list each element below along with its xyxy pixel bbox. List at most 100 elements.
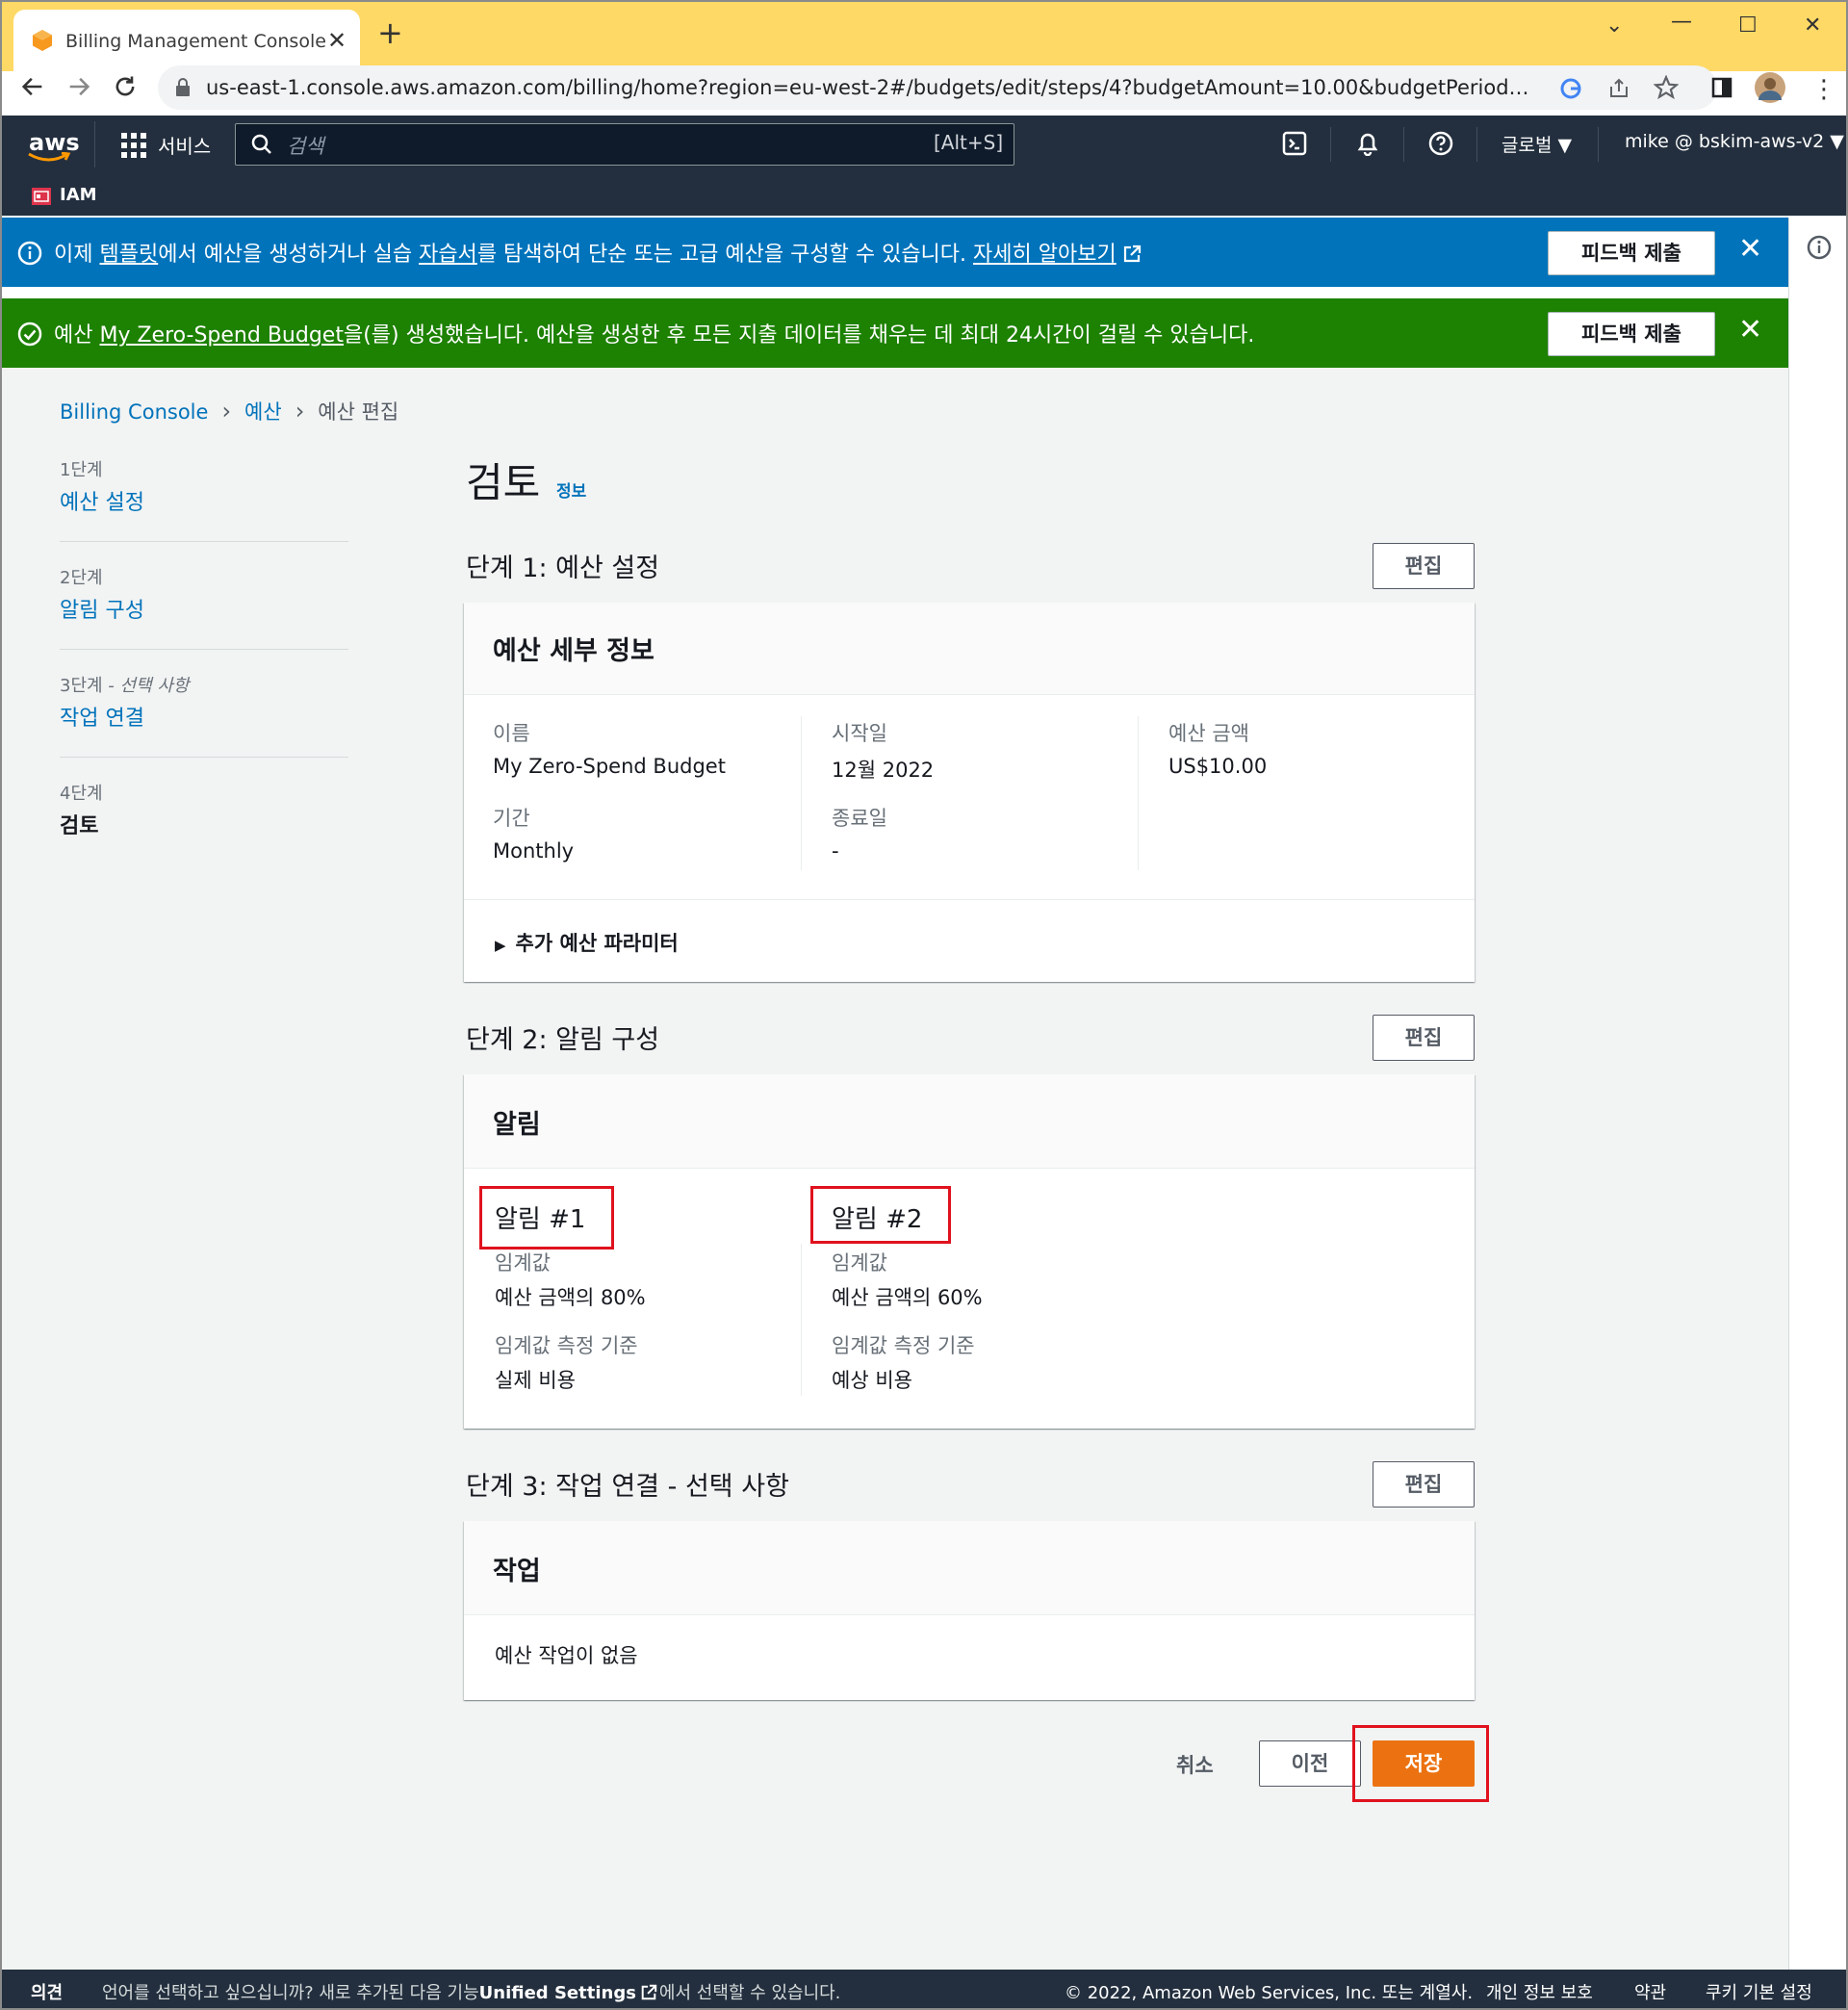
url-text[interactable]: us-east-1.console.aws.amazon.com/billing… — [206, 76, 1534, 99]
breadcrumb: Billing Console › 예산 › 예산 편집 — [60, 397, 398, 425]
service-search-input[interactable] — [235, 123, 1014, 166]
templates-link[interactable]: 템플릿 — [99, 243, 158, 267]
start-date-label: 시작일 — [832, 722, 887, 745]
success-flash-banner: 예산 My Zero-Spend Budget을(를) 생성했습니다. 예산을 … — [0, 298, 1788, 368]
budget-amount-value: US$10.00 — [1168, 755, 1268, 778]
close-window-icon[interactable]: ✕ — [1804, 13, 1821, 38]
search-shortcut-hint: [Alt+S] — [934, 131, 1004, 154]
close-icon[interactable]: ✕ — [1738, 235, 1762, 264]
info-panel-icon[interactable] — [1807, 235, 1832, 260]
bookmark-star-icon[interactable] — [1654, 75, 1679, 100]
side-panel-icon[interactable] — [1711, 77, 1732, 98]
step-2-link[interactable]: 알림 구성 — [60, 593, 144, 624]
step-2-number: 2단계 — [60, 568, 103, 588]
aws-favicon-icon — [31, 29, 54, 52]
nav-divider — [1598, 127, 1599, 162]
terms-link[interactable]: 약관 — [1634, 1979, 1666, 2004]
alarm-2-basis-label: 임계값 측정 기준 — [832, 1334, 975, 1357]
feedback-link[interactable]: 의견 — [31, 1979, 63, 2004]
minimize-icon[interactable]: — — [1671, 10, 1692, 34]
step-divider — [60, 649, 348, 650]
step-1-link[interactable]: 예산 설정 — [60, 485, 144, 516]
actions-card: 작업 예산 작업이 없음 — [464, 1521, 1475, 1700]
alarms-card: 알림 알림 #1 임계값 예산 금액의 80% 임계값 측정 기준 실제 비용 … — [464, 1074, 1475, 1429]
new-tab-icon[interactable]: + — [377, 17, 403, 48]
tab-search-icon[interactable]: ⌄ — [1605, 13, 1623, 38]
external-link-icon — [1122, 245, 1142, 264]
info-banner-text: 이제 템플릿에서 예산을 생성하거나 실습 자습서를 탐색하여 단순 또는 고급… — [54, 237, 1142, 268]
browser-tab-title: Billing Management Console — [65, 31, 326, 52]
close-icon[interactable]: ✕ — [1738, 316, 1762, 345]
budget-link[interactable]: My Zero-Spend Budget — [99, 323, 343, 348]
additional-params-expander[interactable]: ▶ 추가 예산 파라미터 — [495, 928, 679, 957]
forward-arrow-icon[interactable] — [65, 73, 92, 100]
learn-more-link[interactable]: 자세히 알아보기 — [973, 243, 1116, 267]
google-icon[interactable] — [1559, 77, 1582, 100]
nav-divider — [94, 121, 95, 168]
cloudshell-icon[interactable] — [1282, 131, 1307, 156]
actions-title: 작업 — [493, 1557, 541, 1586]
tutorials-link[interactable]: 자습서 — [419, 243, 477, 267]
breadcrumb-current: 예산 편집 — [318, 400, 399, 424]
help-icon[interactable] — [1428, 131, 1453, 156]
breadcrumb-billing-console[interactable]: Billing Console — [60, 400, 208, 424]
edit-step-2-button[interactable]: 편집 — [1373, 1015, 1475, 1061]
lock-icon[interactable] — [173, 77, 192, 98]
start-date-value: 12월 2022 — [832, 759, 935, 782]
highlight-box — [810, 1186, 951, 1244]
card-header: 예산 세부 정보 — [464, 603, 1475, 695]
step-1-number: 1단계 — [60, 460, 103, 480]
maximize-icon[interactable]: ☐ — [1738, 13, 1758, 38]
step-3-optional: - 선택 사항 — [102, 676, 190, 696]
success-text-part: 예산 — [54, 323, 100, 348]
language-text: 에서 선택할 수 있습니다. — [658, 1983, 841, 2003]
account-menu[interactable]: mike @ bskim-aws-v2 ▼ — [1625, 131, 1844, 152]
privacy-link[interactable]: 개인 정보 보호 — [1486, 1979, 1593, 2004]
back-arrow-icon[interactable] — [19, 73, 46, 100]
services-grid-icon[interactable] — [121, 133, 146, 158]
edit-step-3-button[interactable]: 편집 — [1373, 1461, 1475, 1508]
reload-icon[interactable] — [112, 73, 139, 100]
alarms-title: 알림 — [493, 1110, 541, 1140]
services-menu-label[interactable]: 서비스 — [158, 131, 211, 159]
edit-step-1-button[interactable]: 편집 — [1373, 543, 1475, 589]
copyright-text: © 2022, Amazon Web Services, Inc. 또는 계열사… — [1065, 1983, 1474, 2003]
period-value: Monthly — [493, 839, 575, 863]
end-date-value: - — [832, 839, 839, 863]
feedback-button[interactable]: 피드백 제출 — [1548, 312, 1715, 356]
unified-settings-link[interactable]: Unified Settings — [479, 1983, 636, 2003]
iam-service-icon — [31, 187, 52, 206]
share-icon[interactable] — [1607, 77, 1630, 100]
feedback-button[interactable]: 피드백 제출 — [1548, 231, 1715, 275]
search-icon — [250, 133, 273, 156]
profile-avatar[interactable] — [1754, 71, 1786, 104]
previous-button[interactable]: 이전 — [1259, 1740, 1361, 1787]
card-divider — [464, 899, 1475, 900]
region-selector[interactable]: 글로벌 ▼ — [1502, 131, 1572, 157]
section-1-heading: 단계 1: 예산 설정 — [466, 554, 660, 583]
browser-menu-icon[interactable]: ⋮ — [1811, 75, 1836, 104]
account-label: mike @ bskim-aws-v2 — [1625, 131, 1825, 152]
page-title: 검토 — [466, 459, 541, 506]
step-3-link[interactable]: 작업 연결 — [60, 701, 144, 732]
step-3-number: 3단계 - 선택 사항 — [60, 672, 189, 697]
no-actions-text: 예산 작업이 없음 — [495, 1644, 638, 1667]
external-link-icon — [640, 1984, 657, 2001]
notifications-bell-icon[interactable] — [1355, 131, 1380, 156]
alarm-2-threshold-value: 예산 금액의 60% — [832, 1286, 983, 1309]
highlight-box — [479, 1186, 614, 1250]
expander-label: 추가 예산 파라미터 — [515, 932, 679, 955]
success-check-icon — [17, 322, 42, 347]
budget-amount-label: 예산 금액 — [1168, 722, 1249, 745]
breadcrumb-budgets[interactable]: 예산 — [244, 400, 282, 424]
period-label: 기간 — [493, 807, 530, 830]
budget-details-card: 예산 세부 정보 이름 My Zero-Spend Budget 기간 Mont… — [464, 603, 1475, 982]
favorite-iam-link[interactable]: IAM — [60, 185, 97, 205]
browser-tab[interactable]: Billing Management Console ✕ — [13, 10, 360, 71]
info-link[interactable]: 정보 — [556, 477, 586, 502]
name-value: My Zero-Spend Budget — [493, 755, 726, 778]
language-text: 언어를 선택하고 싶으십니까? 새로 추가된 다음 기능 — [102, 1983, 479, 2003]
cancel-button[interactable]: 취소 — [1176, 1750, 1214, 1779]
close-tab-icon[interactable]: ✕ — [327, 27, 346, 54]
cookie-preferences-link[interactable]: 쿠키 기본 설정 — [1706, 1979, 1812, 2004]
